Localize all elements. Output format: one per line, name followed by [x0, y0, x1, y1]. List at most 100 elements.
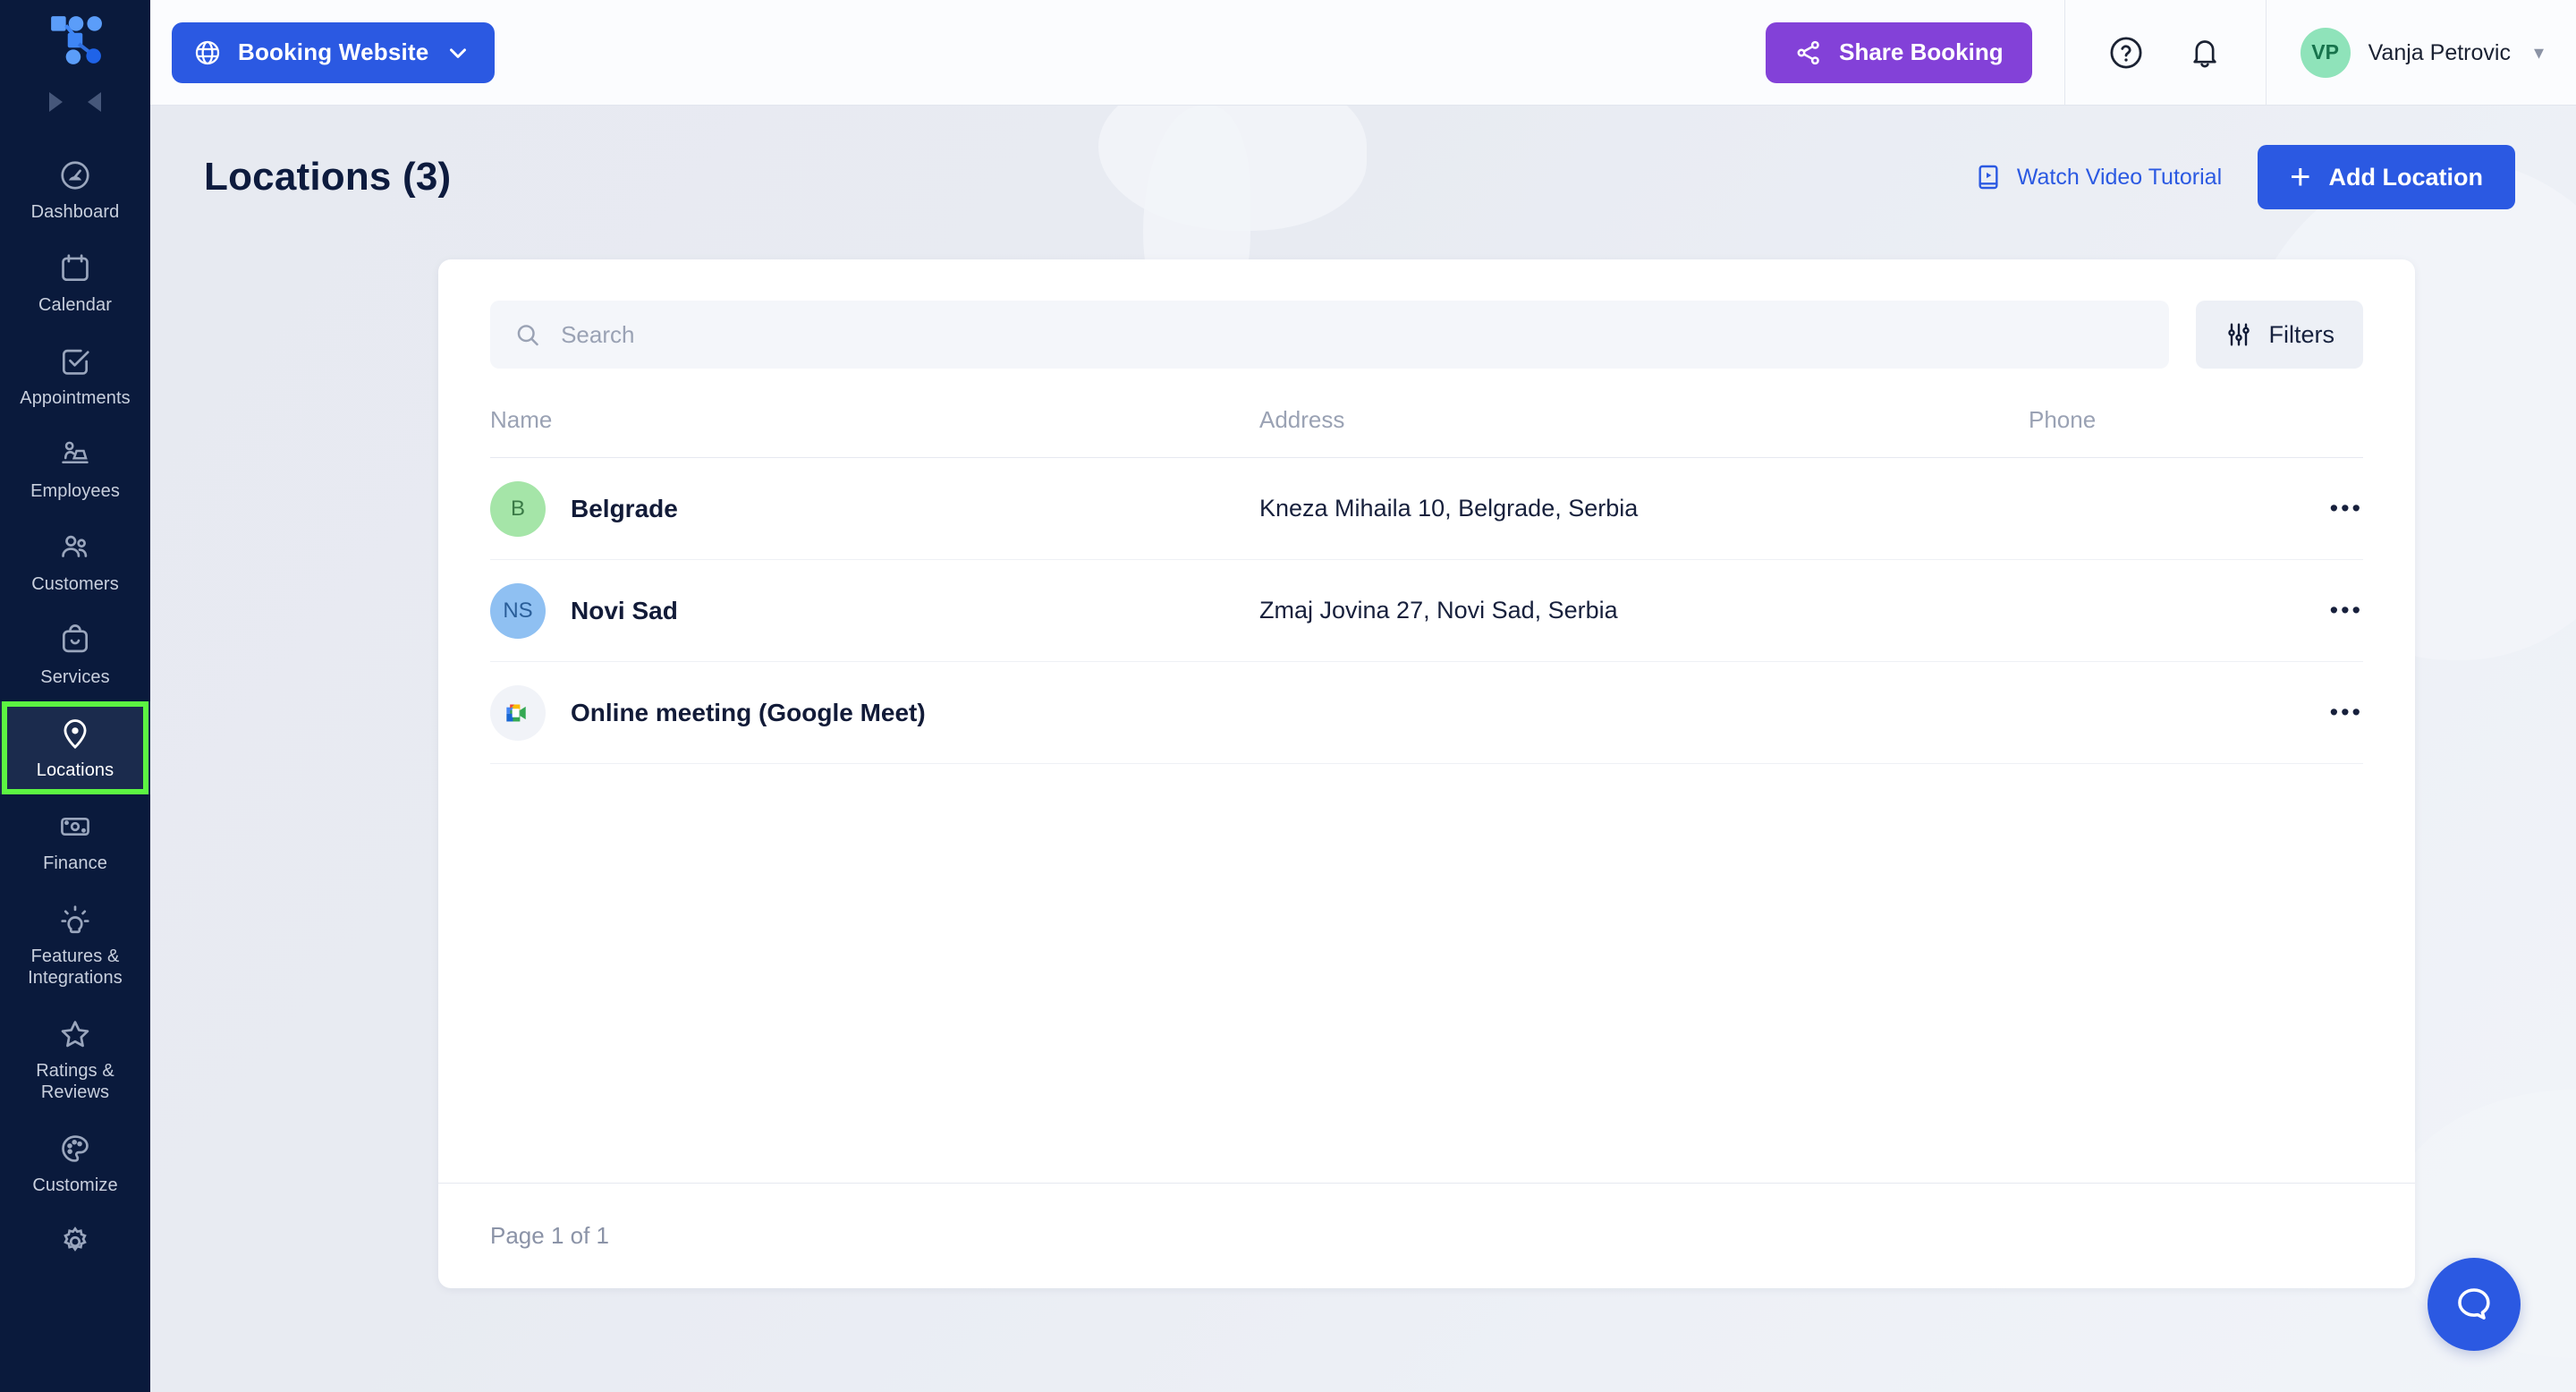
globe-icon	[195, 40, 220, 64]
check-square-icon	[55, 342, 95, 381]
name-cell: NS Novi Sad	[490, 582, 1259, 639]
sidebar-item-features-integrations[interactable]: Features & Integrations	[0, 887, 150, 1002]
sidebar-item-dashboard[interactable]: Dashboard	[0, 143, 150, 236]
video-tutorial-icon	[1979, 165, 1998, 190]
location-name: Online meeting (Google Meet)	[571, 698, 926, 726]
app-logo[interactable]	[0, 0, 150, 81]
locations-table: Name Address Phone B Belgrade Kneza Miha…	[490, 406, 2363, 764]
people-icon	[55, 528, 95, 567]
sidebar-item-customize[interactable]: Customize	[0, 1116, 150, 1210]
cell-name: Online meeting (Google Meet)	[490, 661, 1259, 764]
sliders-icon	[2227, 323, 2250, 346]
search-icon	[517, 325, 538, 346]
sidebar-item-label: Ratings & Reviews	[36, 1061, 114, 1102]
share-booking-button[interactable]: Share Booking	[1766, 21, 2032, 83]
chevron-down-icon	[450, 47, 467, 58]
share-nodes-icon	[1797, 40, 1819, 64]
card-body: Filters Name Address Phone	[438, 259, 2415, 1183]
sidebar-item-label: Locations	[36, 760, 114, 780]
app-root: Dashboard Calendar Appointments Employee…	[0, 0, 2576, 1392]
locations-card: Filters Name Address Phone	[438, 259, 2415, 1288]
sidebar: Dashboard Calendar Appointments Employee…	[0, 0, 150, 1392]
cell-phone	[2029, 661, 2238, 764]
name-cell: Online meeting (Google Meet)	[490, 684, 1259, 741]
sidebar-item-ratings-reviews[interactable]: Ratings & Reviews	[0, 1002, 150, 1116]
cell-phone	[2029, 559, 2238, 662]
sidebar-collapse-controls[interactable]	[0, 81, 150, 123]
filters-button[interactable]: Filters	[2195, 301, 2363, 369]
booking-website-button[interactable]: Booking Website	[172, 21, 496, 83]
sidebar-item-locations[interactable]: Locations	[0, 701, 150, 794]
top-bar: Booking Website Share Booking VP Vanja P…	[150, 0, 2576, 106]
watch-video-label: Watch Video Tutorial	[2016, 164, 2223, 190]
avatar: VP	[2300, 27, 2351, 78]
sidebar-item-label: Appointments	[20, 388, 131, 408]
sidebar-item-finance[interactable]: Finance	[0, 794, 150, 887]
card-footer: Page 1 of 1	[438, 1183, 2415, 1288]
sidebar-item-calendar[interactable]: Calendar	[0, 236, 150, 329]
sidebar-item-label: Services	[40, 667, 110, 687]
cell-address	[1259, 661, 2029, 764]
sidebar-item-label: Calendar	[38, 295, 112, 315]
cell-address: Zmaj Jovina 27, Novi Sad, Serbia	[1259, 559, 2029, 662]
name-cell: B Belgrade	[490, 480, 1259, 537]
cell-phone	[2029, 457, 2238, 560]
row-actions-button[interactable]: •••	[2238, 661, 2363, 764]
sidebar-item-label: Features & Integrations	[28, 946, 123, 988]
cell-address: Kneza Mihaila 10, Belgrade, Serbia	[1259, 457, 2029, 560]
table-body: B Belgrade Kneza Mihaila 10, Belgrade, S…	[490, 457, 2363, 764]
chevron-down-icon: ▾	[2533, 40, 2544, 64]
cell-name: B Belgrade	[490, 457, 1259, 560]
cell-name: NS Novi Sad	[490, 559, 1259, 662]
table-row[interactable]: B Belgrade Kneza Mihaila 10, Belgrade, S…	[490, 457, 2363, 560]
sidebar-item-label: Customers	[31, 574, 119, 594]
collapse-back-icon[interactable]	[88, 92, 101, 112]
chat-bubble-icon	[2458, 1288, 2490, 1320]
search-box[interactable]	[490, 301, 2169, 369]
plus-icon: +	[2290, 157, 2311, 197]
location-name: Novi Sad	[571, 596, 678, 624]
pagination-info: Page 1 of 1	[490, 1222, 609, 1249]
map-pin-icon	[55, 714, 95, 753]
bell-icon[interactable]	[2185, 33, 2224, 72]
column-header-address: Address	[1259, 406, 2029, 458]
table-head: Name Address Phone	[490, 406, 2363, 458]
page-header: Locations (3) Watch Video Tutorial + Add…	[150, 106, 2576, 211]
sidebar-item-employees[interactable]: Employees	[0, 422, 150, 515]
sidebar-item-appointments[interactable]: Appointments	[0, 329, 150, 422]
user-name: Vanja Petrovic	[2368, 39, 2511, 65]
filters-label: Filters	[2268, 320, 2335, 348]
row-avatar: B	[490, 480, 546, 537]
add-location-button[interactable]: + Add Location	[2258, 145, 2515, 209]
row-actions-button[interactable]: •••	[2238, 559, 2363, 662]
help-chat-button[interactable]	[2428, 1258, 2521, 1351]
gear-icon	[55, 1222, 95, 1261]
banknote-icon	[55, 807, 95, 846]
table-row[interactable]: NS Novi Sad Zmaj Jovina 27, Novi Sad, Se…	[490, 559, 2363, 662]
table-header-row: Name Address Phone	[490, 406, 2363, 458]
sidebar-item-label: Customize	[32, 1176, 118, 1195]
booking-website-label: Booking Website	[238, 38, 429, 65]
sidebar-item-settings[interactable]	[0, 1210, 150, 1281]
column-header-phone: Phone	[2029, 406, 2238, 458]
employee-desk-icon	[55, 435, 95, 474]
content-area: Locations (3) Watch Video Tutorial + Add…	[150, 106, 2576, 1392]
sidebar-item-customers[interactable]: Customers	[0, 515, 150, 608]
collapse-forward-icon[interactable]	[49, 92, 63, 112]
calendar-icon	[55, 249, 95, 288]
location-name: Belgrade	[571, 494, 678, 522]
page-title: Locations (3)	[204, 155, 452, 199]
sidebar-item-label: Employees	[30, 481, 120, 501]
row-actions-button[interactable]: •••	[2238, 457, 2363, 560]
row-avatar: NS	[490, 582, 546, 639]
watch-video-tutorial-link[interactable]: Watch Video Tutorial	[1974, 163, 2222, 191]
google-meet-icon	[490, 684, 546, 741]
user-menu[interactable]: VP Vanja Petrovic ▾	[2267, 27, 2576, 78]
search-input[interactable]	[561, 320, 2146, 349]
sidebar-item-services[interactable]: Services	[0, 608, 150, 701]
lightbulb-icon	[55, 900, 95, 939]
star-icon	[55, 1014, 95, 1054]
table-row[interactable]: Online meeting (Google Meet) •••	[490, 661, 2363, 764]
question-circle-icon[interactable]	[2106, 33, 2146, 72]
table-toolbar: Filters	[490, 301, 2363, 369]
